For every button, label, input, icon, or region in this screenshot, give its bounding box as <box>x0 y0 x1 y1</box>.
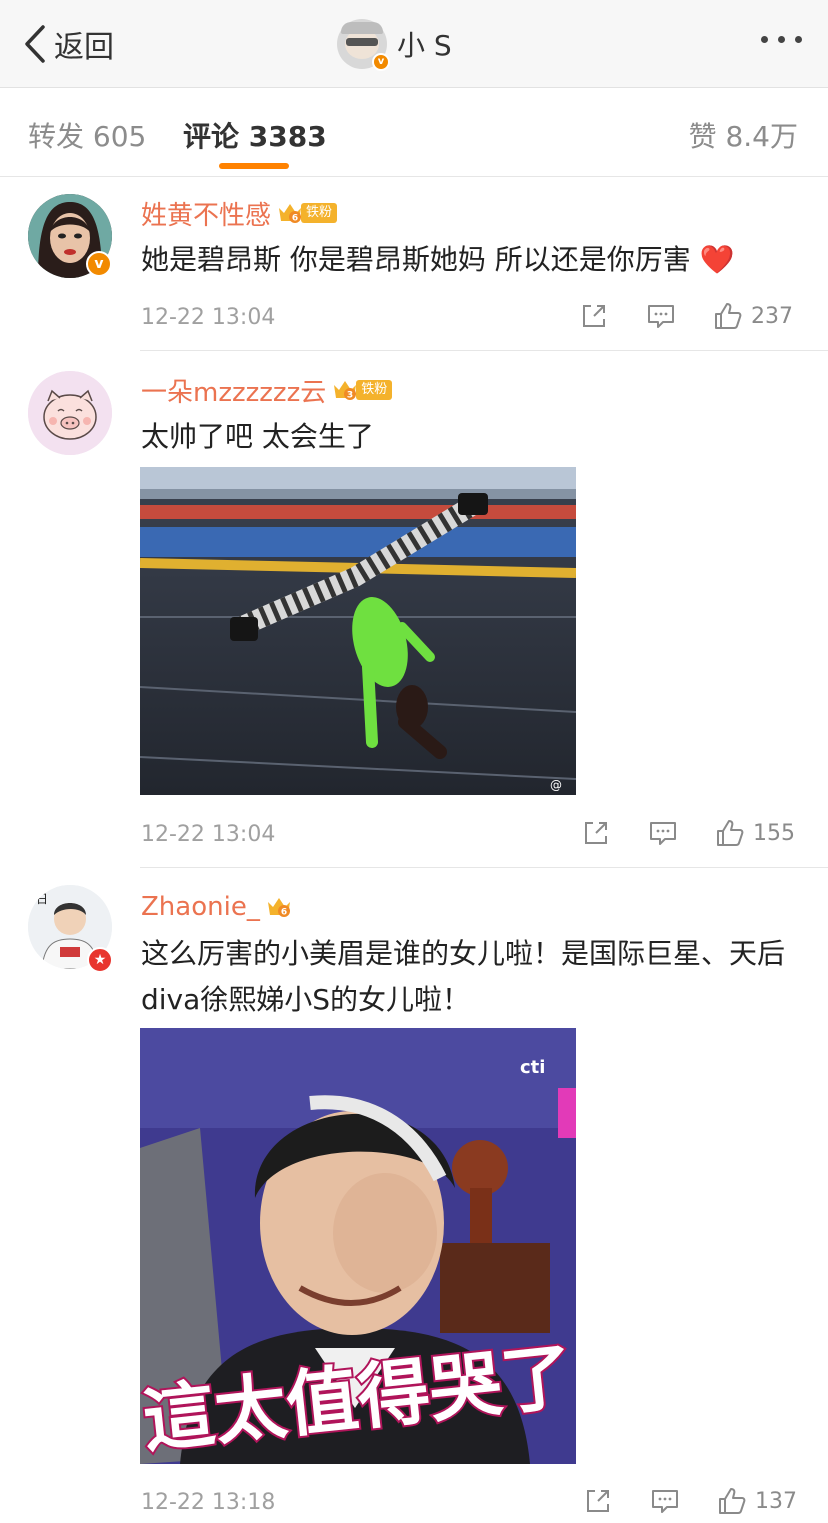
avatar[interactable] <box>28 371 112 455</box>
reply-button[interactable] <box>650 1484 680 1518</box>
profile-title[interactable]: v 小 S <box>337 18 452 71</box>
crown-icon: 6 <box>267 898 290 918</box>
thumbs-up-icon <box>715 303 742 329</box>
comment-image[interactable]: @ <box>140 467 576 795</box>
verified-badge: v <box>372 53 390 71</box>
comment-meta: 12-22 13:04 155 <box>141 814 801 854</box>
back-button[interactable]: 返回 <box>22 22 114 66</box>
chevron-left-icon <box>25 25 45 63</box>
like-count: 137 <box>755 1488 797 1514</box>
fan-label: 铁粉 <box>301 203 338 223</box>
comment-text: 太帅了吧 太会生了 <box>141 420 374 453</box>
username[interactable]: 一朵mzzzzzz云 <box>141 372 326 409</box>
reply-button[interactable] <box>646 299 676 333</box>
share-icon <box>583 305 605 327</box>
crown-icon: 3 <box>334 381 357 401</box>
share-button[interactable] <box>579 299 609 333</box>
fan-level: 6 <box>281 908 287 918</box>
username[interactable]: 姓黄不性感 <box>141 195 271 232</box>
dance-photo-image: @ <box>140 467 576 795</box>
comment-icon <box>648 305 674 328</box>
comment-header: 姓黄不性感 6 铁粉 <box>141 195 338 232</box>
share-button[interactable] <box>583 1484 613 1518</box>
comment-item: 一朵mzzzzzz云 3 铁粉 太帅了吧 太会生了 @ 12-22 13:04 … <box>0 351 828 868</box>
comment-meta: 12-22 13:18 137 <box>141 1482 801 1522</box>
comment-text: 这么厉害的小美眉是谁的女儿啦！是国际巨星、天后diva徐熙娣小S的女儿啦！ <box>141 937 786 1016</box>
like-button[interactable]: 237 <box>713 299 793 333</box>
like-button[interactable]: 155 <box>715 816 795 850</box>
heart-emoji-icon: ❤️ <box>699 243 735 276</box>
comment-text: 她是碧昂斯 你是碧昂斯她妈 所以还是你厉害 ❤️ <box>141 237 801 283</box>
thumbs-up-icon <box>719 1488 746 1514</box>
fan-badge: 3 铁粉 <box>332 378 393 402</box>
svg-text:日: 日 <box>36 892 48 906</box>
tv-logo: cti <box>520 1057 545 1078</box>
avatar: v <box>337 19 390 71</box>
comment-item: v 姓黄不性感 6 铁粉 她是碧昂斯 你是碧昂斯她妈 所以还是你厉害 ❤️ 12… <box>0 177 828 351</box>
like-count: 155 <box>753 820 795 846</box>
comment-icon <box>650 822 676 845</box>
comment-meta: 12-22 13:04 237 <box>141 297 801 337</box>
verified-badge: v <box>86 251 112 277</box>
tab-reposts[interactable]: 转发 605 <box>28 115 146 155</box>
thumbs-up-icon <box>717 820 744 846</box>
fan-level: 6 <box>292 214 298 224</box>
comment-header: Zhaonie_ 6 <box>141 889 292 925</box>
pig-avatar-image <box>28 371 112 455</box>
comment-time: 12-22 13:18 <box>141 1490 276 1515</box>
tab-comments[interactable]: 评论 3383 <box>183 115 327 155</box>
fan-level: 3 <box>347 391 353 401</box>
fan-badge: 6 铁粉 <box>277 201 338 225</box>
fan-label: 铁粉 <box>356 380 393 400</box>
like-button[interactable]: 137 <box>717 1484 797 1518</box>
share-button[interactable] <box>581 816 611 850</box>
comment-text-body: 她是碧昂斯 你是碧昂斯她妈 所以还是你厉害 <box>141 243 691 276</box>
username[interactable]: Zhaonie_ <box>141 892 260 922</box>
tab-bar: 转发 605 评论 3383 赞 8.4万 <box>0 89 828 177</box>
like-count: 237 <box>751 303 793 329</box>
more-options-button[interactable] <box>761 36 802 43</box>
verified-badge: ★ <box>87 947 113 973</box>
meme-photo-image: cti 這太值得哭了 <box>140 1028 576 1464</box>
share-icon <box>585 822 607 844</box>
more-dots-icon <box>761 36 768 43</box>
svg-text:@: @ <box>550 778 562 792</box>
page-title: 小 S <box>397 29 452 62</box>
fan-badge: 6 <box>266 895 292 919</box>
reply-button[interactable] <box>648 816 678 850</box>
comment-image[interactable]: cti 這太值得哭了 <box>140 1028 576 1464</box>
crown-icon: 6 <box>279 204 302 224</box>
comment-item: 日 ★ Zhaonie_ 6 这么厉害的小美眉是谁的女儿啦！是国际巨星、天后di… <box>0 868 828 1523</box>
share-icon <box>587 1490 609 1512</box>
comment-icon <box>652 1490 678 1513</box>
comment-time: 12-22 13:04 <box>141 305 276 330</box>
comment-header: 一朵mzzzzzz云 3 铁粉 <box>141 372 393 409</box>
nav-bar: 返回 v 小 S <box>0 0 828 88</box>
comment-time: 12-22 13:04 <box>141 822 276 847</box>
active-tab-indicator <box>219 163 289 169</box>
tab-likes[interactable]: 赞 8.4万 <box>689 115 798 155</box>
back-label: 返回 <box>54 30 114 65</box>
